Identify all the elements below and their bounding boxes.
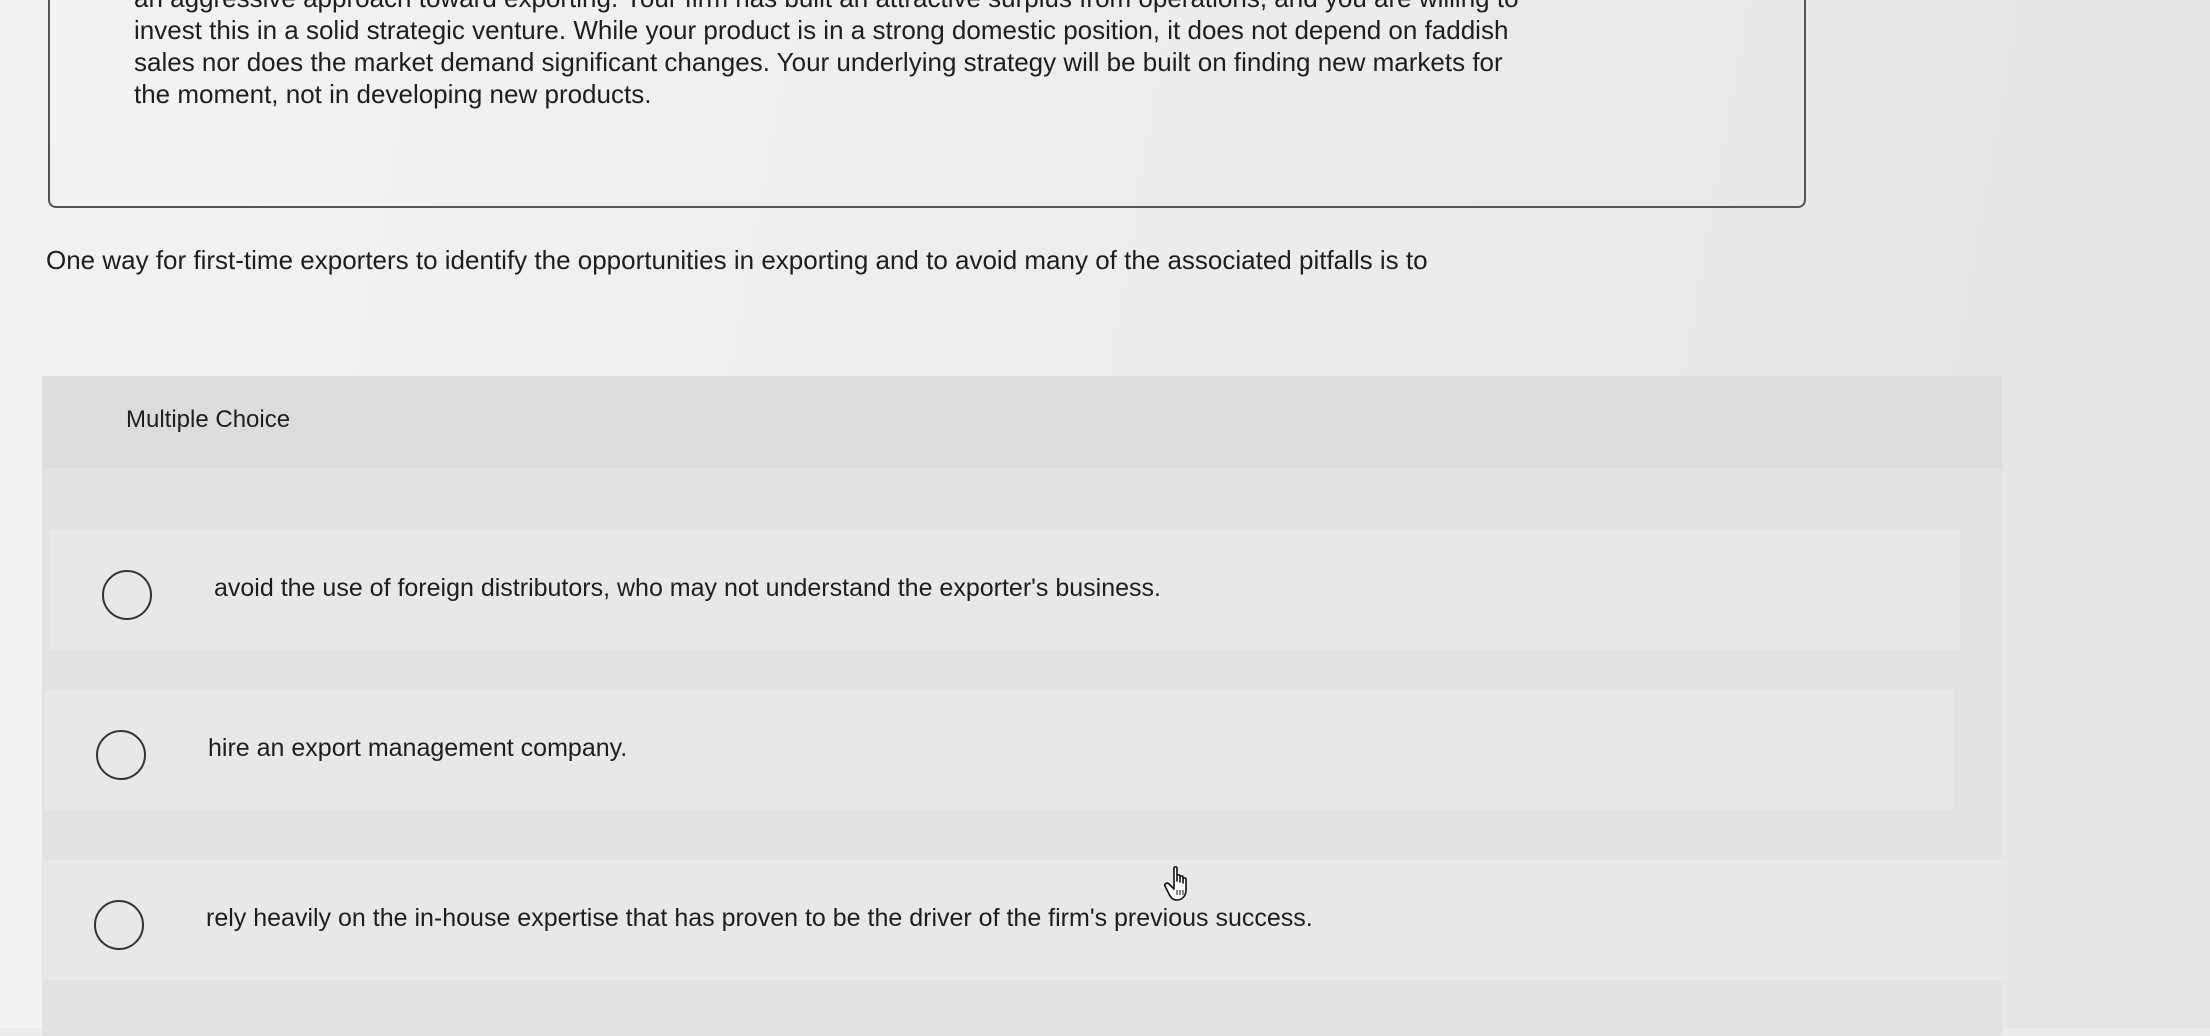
multiple-choice-header: Multiple Choice [42, 376, 2002, 468]
answer-option-2-text: hire an export management company. [208, 734, 628, 762]
question-stem: One way for first-time exporters to iden… [46, 245, 1428, 275]
multiple-choice-label: Multiple Choice [126, 406, 291, 433]
radio-unchecked-icon[interactable] [96, 730, 146, 780]
answer-option-3[interactable]: rely heavily on the in-house expertise t… [42, 860, 2008, 980]
scenario-text: an aggressive approach toward exporting.… [134, 0, 1519, 109]
answer-option-2[interactable]: hire an export management company. [44, 690, 1954, 810]
hand-pointer-icon [1164, 866, 1187, 901]
answer-option-1-text: avoid the use of foreign distributors, w… [214, 574, 1161, 602]
answer-option-1[interactable]: avoid the use of foreign distributors, w… [50, 530, 1960, 650]
radio-unchecked-icon[interactable] [94, 900, 144, 950]
answer-option-3-text: rely heavily on the in-house expertise t… [206, 904, 1313, 932]
radio-unchecked-icon[interactable] [102, 570, 152, 620]
page: an aggressive approach toward exporting.… [0, 0, 2210, 1036]
